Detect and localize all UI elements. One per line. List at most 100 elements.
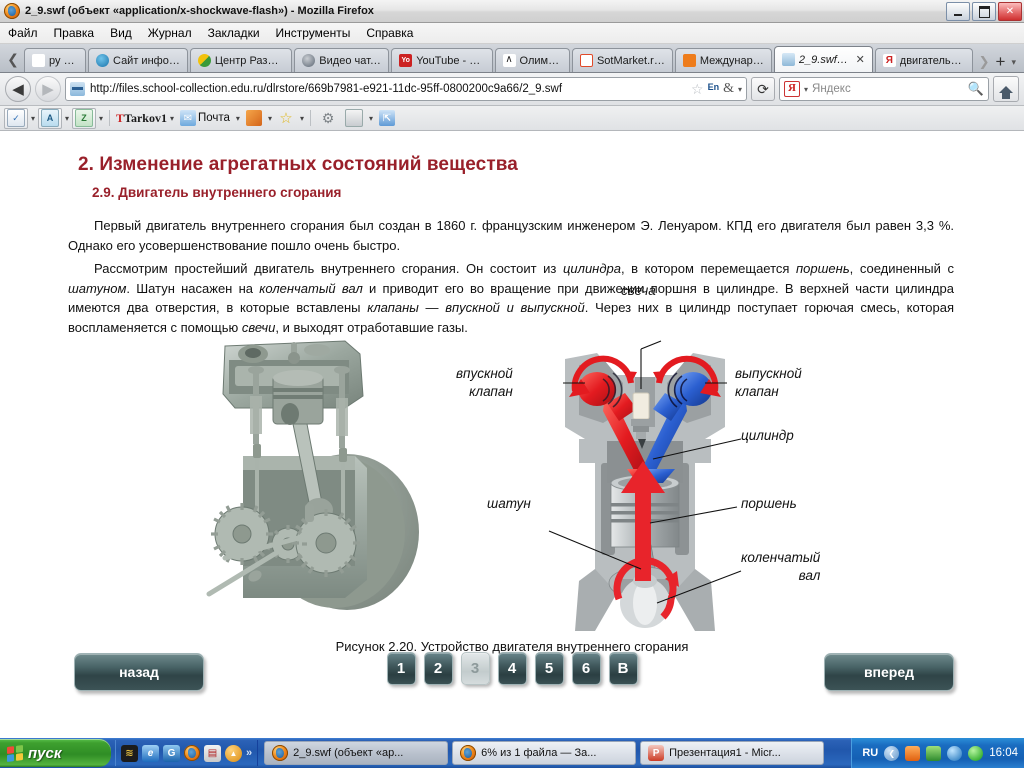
- tab-5[interactable]: ∧ Олимпус: [494, 48, 570, 72]
- page-button-2[interactable]: 2: [423, 652, 453, 685]
- powerpoint-icon: P: [648, 745, 665, 761]
- taskbar-item-1[interactable]: 6% из 1 файла — За...: [452, 741, 637, 765]
- quicklaunch-overflow-icon[interactable]: »: [246, 747, 252, 759]
- tray-network-icon[interactable]: [926, 745, 942, 761]
- forward-button[interactable]: ▶: [35, 76, 61, 102]
- tray-app-orange-icon[interactable]: [905, 745, 921, 761]
- minimize-button[interactable]: [946, 2, 970, 21]
- back-button[interactable]: ◀: [5, 76, 31, 102]
- close-button[interactable]: ✕: [998, 2, 1022, 21]
- tab-label: Сайт инфор...: [113, 54, 180, 67]
- label-intake-valve-line2: клапан: [469, 384, 513, 399]
- chevron-down-icon[interactable]: ▾: [170, 114, 174, 123]
- windows-flag-icon: [7, 744, 23, 762]
- chevron-down-icon[interactable]: ▾: [300, 114, 304, 123]
- page-button-3-current[interactable]: 3: [460, 652, 490, 685]
- tab-4[interactable]: Yo YouTube - Br...: [391, 48, 493, 72]
- maximize-button[interactable]: [972, 2, 996, 21]
- home-icon: [999, 85, 1013, 99]
- search-icon[interactable]: 🔍: [968, 81, 984, 97]
- search-engine-chevron-icon[interactable]: ▾: [804, 85, 808, 94]
- chevron-down-icon[interactable]: ▾: [738, 85, 742, 94]
- quicklaunch-save-icon[interactable]: ▤: [204, 744, 221, 762]
- page-button-1[interactable]: 1: [386, 652, 416, 685]
- tab-8-active[interactable]: 2_9.swf (... ✕: [773, 46, 873, 72]
- favorites-button[interactable]: ☆: [275, 108, 297, 129]
- disk-button[interactable]: [342, 108, 366, 129]
- clock[interactable]: 16:04: [989, 747, 1018, 759]
- text-run: Рассмотрим простейший двигатель внутренн…: [94, 261, 563, 276]
- label-intake-valve: впускной клапан: [456, 365, 513, 401]
- new-tab-button[interactable]: +: [996, 53, 1006, 70]
- share-button[interactable]: ⇱: [376, 108, 398, 129]
- address-bar[interactable]: http://files.school-collection.edu.ru/dl…: [65, 77, 747, 101]
- taskbar-item-2[interactable]: P Презентация1 - Micr...: [640, 741, 825, 765]
- language-badge-icon[interactable]: En: [708, 82, 720, 92]
- taskbar-item-0[interactable]: 2_9.swf (объект «ар...: [264, 741, 449, 765]
- bookmark-star-icon[interactable]: ☆: [691, 81, 704, 98]
- dictionary-button[interactable]: A: [38, 107, 63, 129]
- start-button[interactable]: пуск: [0, 739, 111, 767]
- label-crankshaft: коленчатый вал: [741, 549, 820, 585]
- menu-item-view[interactable]: Вид: [110, 26, 132, 40]
- translate-button[interactable]: Z: [72, 107, 97, 129]
- menu-item-edit[interactable]: Правка: [54, 26, 95, 40]
- taskbar: пуск ≋ e G ▤ ▲ » 2_9.swf (объект «ар... …: [0, 738, 1024, 768]
- text-run: , соединенный с: [849, 261, 954, 276]
- notes-icon: [245, 110, 262, 126]
- page-button-v[interactable]: В: [608, 652, 638, 685]
- settings-gear-button[interactable]: ⚙: [317, 108, 339, 129]
- chevron-down-icon[interactable]: ▾: [268, 114, 272, 123]
- chevron-down-icon[interactable]: ▾: [65, 114, 69, 123]
- tab-label: ру С...: [49, 54, 78, 67]
- menu-item-history[interactable]: Журнал: [148, 26, 192, 40]
- tab-1[interactable]: Сайт инфор...: [88, 48, 188, 72]
- tray-shield-green-icon[interactable]: [968, 745, 984, 761]
- profile-label[interactable]: TTarkov1: [116, 111, 167, 126]
- yandex-icon[interactable]: Я: [784, 81, 800, 97]
- tab-0[interactable]: ру С...: [24, 48, 86, 72]
- notes-button[interactable]: [243, 108, 265, 129]
- tab-label: Олимпус: [519, 54, 562, 67]
- quicklaunch-internet-explorer-icon[interactable]: e: [142, 744, 159, 762]
- page-button-5[interactable]: 5: [534, 652, 564, 685]
- chevron-down-icon[interactable]: ▾: [31, 114, 35, 123]
- page-button-4[interactable]: 4: [497, 652, 527, 685]
- window-title: 2_9.swf (объект «application/x-shockwave…: [25, 5, 374, 17]
- tab-bar: ❮ ру С... Сайт инфор... Центр Разви... В…: [0, 44, 1024, 73]
- tab-3[interactable]: Видео чат, ...: [294, 48, 390, 72]
- tab-scroll-right-icon[interactable]: ❯: [979, 54, 990, 70]
- search-input[interactable]: Яндекс: [812, 83, 964, 95]
- quicklaunch-firefox-icon[interactable]: [184, 745, 200, 761]
- spellcheck-button[interactable]: ✓: [4, 107, 28, 129]
- menu-item-bookmarks[interactable]: Закладки: [208, 26, 260, 40]
- menu-item-file[interactable]: Файл: [8, 26, 38, 40]
- menu-item-tools[interactable]: Инструменты: [276, 26, 351, 40]
- home-button[interactable]: [993, 76, 1019, 102]
- chevron-down-icon[interactable]: ▾: [236, 114, 240, 123]
- chevron-down-icon[interactable]: ▾: [369, 114, 373, 123]
- language-indicator[interactable]: RU: [862, 747, 878, 759]
- list-all-tabs-icon[interactable]: ▾: [1011, 57, 1016, 68]
- page-button-6[interactable]: 6: [571, 652, 601, 685]
- firefox-icon: [4, 3, 20, 19]
- chevron-down-icon[interactable]: ▾: [99, 114, 103, 123]
- tab-6[interactable]: SotMarket.ru...: [571, 48, 673, 72]
- mail-button[interactable]: ✉ Почта: [177, 108, 233, 129]
- search-bar[interactable]: Я ▾ Яндекс 🔍: [779, 77, 989, 101]
- tab-7[interactable]: Междунаро...: [674, 48, 772, 72]
- quicklaunch-orange-circle-icon[interactable]: ▲: [225, 744, 242, 762]
- menu-item-help[interactable]: Справка: [366, 26, 413, 40]
- translate-icon[interactable]: &: [723, 81, 734, 97]
- tray-hide-arrow-icon[interactable]: ❮: [884, 745, 900, 761]
- quicklaunch-app-blue-icon[interactable]: G: [163, 744, 180, 762]
- address-bar-icons: ☆ En & ▾: [687, 81, 742, 98]
- tab-scroll-left-icon[interactable]: ❮: [2, 46, 24, 72]
- tab-9[interactable]: Я двигатель в...: [874, 48, 973, 72]
- quicklaunch-console-icon[interactable]: ≋: [121, 744, 138, 762]
- tab-close-icon[interactable]: ✕: [856, 53, 865, 66]
- tray-volume-icon[interactable]: [947, 745, 963, 761]
- site-favicon-icon: [70, 82, 85, 96]
- reload-button[interactable]: ⟳: [751, 77, 775, 101]
- tab-2[interactable]: Центр Разви...: [189, 48, 293, 72]
